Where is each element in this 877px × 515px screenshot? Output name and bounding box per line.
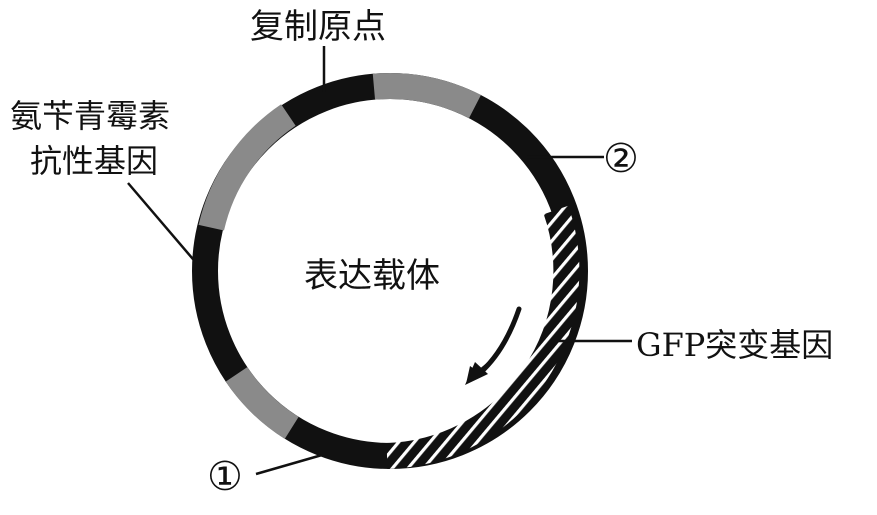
ring-segment-lower-gray <box>225 366 299 439</box>
ring-segment-amp-gray <box>198 104 296 231</box>
gfp-gene-label: GFP突变基因 <box>636 326 833 364</box>
amp-gene-label-line1: 氨苄青霉素 <box>10 97 170 135</box>
site1-label: ① <box>207 454 243 500</box>
vector-center-label: 表达载体 <box>304 256 440 296</box>
transcription-direction-arrow <box>478 306 522 375</box>
amp-leader-line <box>127 182 199 266</box>
origin-label: 复制原点 <box>250 7 386 47</box>
ring-segment-top-gray <box>372 73 481 119</box>
site2-label: ② <box>603 136 639 182</box>
plasmid-diagram: 复制原点 氨苄青霉素 抗性基因 ② 表达载体 GFP突变基因 ① <box>10 7 833 500</box>
amp-gene-label-line2: 抗性基因 <box>30 142 158 180</box>
site1-leader-line <box>255 453 323 476</box>
ring-segment-gfp-hatched <box>386 205 580 469</box>
